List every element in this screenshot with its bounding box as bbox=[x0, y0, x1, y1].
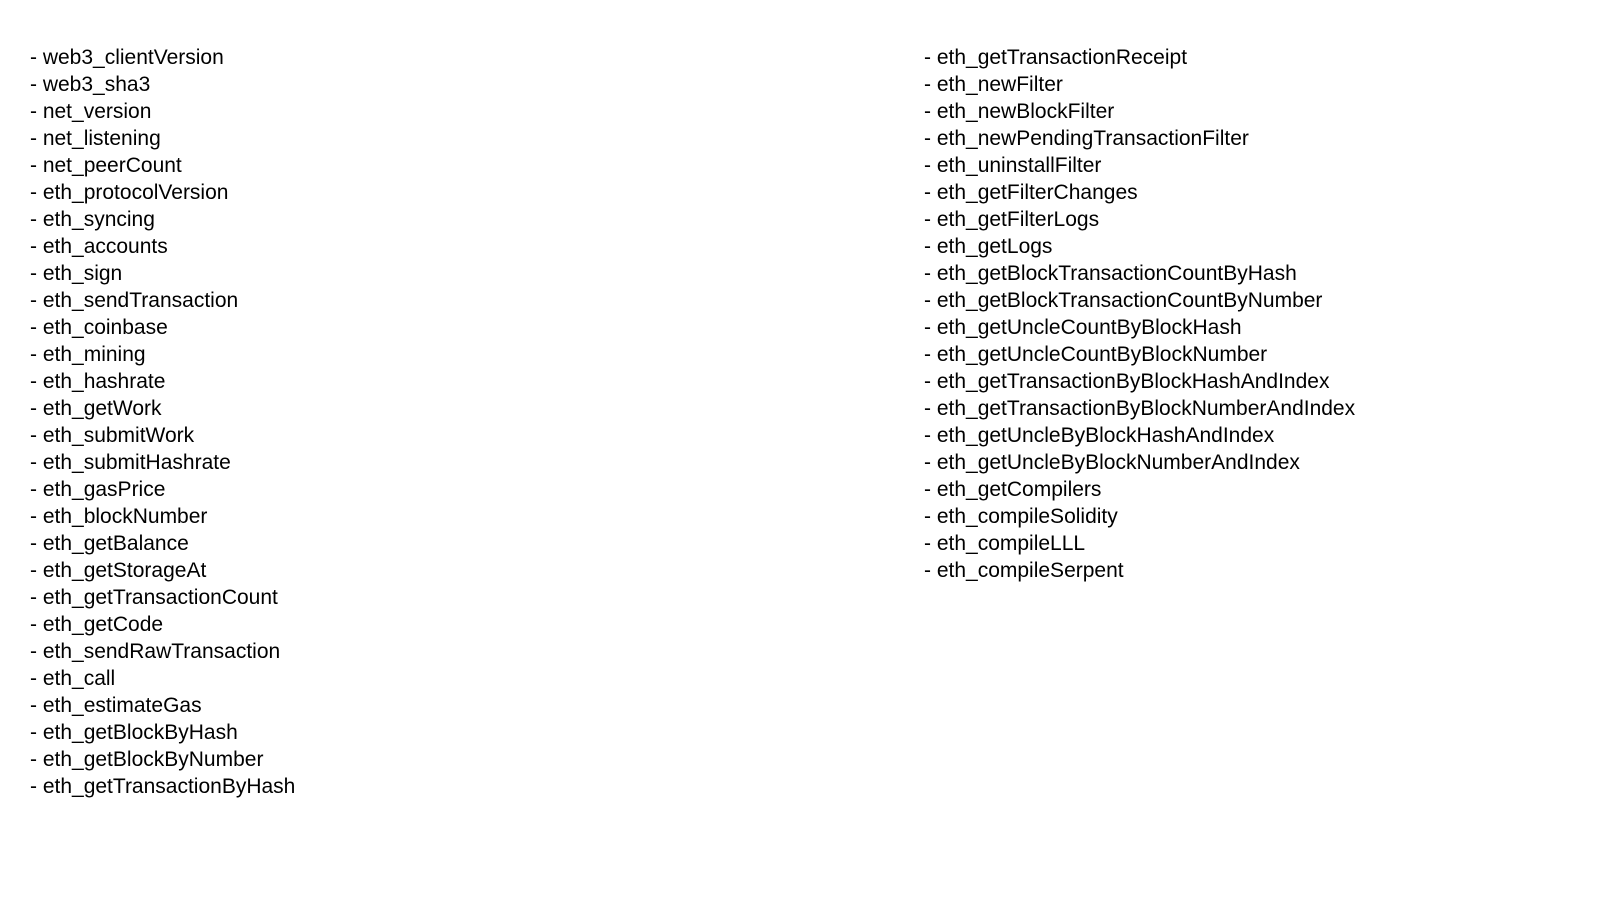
list-item: eth_uninstallFilter bbox=[924, 152, 1570, 179]
list-item: eth_coinbase bbox=[30, 314, 800, 341]
list-item: eth_getTransactionByBlockHashAndIndex bbox=[924, 368, 1570, 395]
list-item: eth_getCompilers bbox=[924, 476, 1570, 503]
list-item: eth_getBlockTransactionCountByHash bbox=[924, 260, 1570, 287]
list-item: eth_getTransactionByBlockNumberAndIndex bbox=[924, 395, 1570, 422]
list-item: net_listening bbox=[30, 125, 800, 152]
list-item: eth_getFilterChanges bbox=[924, 179, 1570, 206]
list-item: net_version bbox=[30, 98, 800, 125]
list-item: eth_getUncleByBlockNumberAndIndex bbox=[924, 449, 1570, 476]
list-item: eth_getUncleByBlockHashAndIndex bbox=[924, 422, 1570, 449]
list-item: eth_getBlockByNumber bbox=[30, 746, 800, 773]
right-column: eth_getTransactionReceipteth_newFilteret… bbox=[800, 44, 1570, 800]
left-column: web3_clientVersionweb3_sha3net_versionne… bbox=[30, 44, 800, 800]
list-item: eth_hashrate bbox=[30, 368, 800, 395]
list-item: eth_compileSerpent bbox=[924, 557, 1570, 584]
list-item: eth_compileSolidity bbox=[924, 503, 1570, 530]
list-item: eth_getCode bbox=[30, 611, 800, 638]
left-list: web3_clientVersionweb3_sha3net_versionne… bbox=[30, 44, 800, 800]
list-item: eth_getBlockTransactionCountByNumber bbox=[924, 287, 1570, 314]
list-item: eth_sendRawTransaction bbox=[30, 638, 800, 665]
list-item: eth_submitWork bbox=[30, 422, 800, 449]
list-item: eth_submitHashrate bbox=[30, 449, 800, 476]
list-item: eth_getBlockByHash bbox=[30, 719, 800, 746]
list-item: eth_getUncleCountByBlockHash bbox=[924, 314, 1570, 341]
list-item: eth_getFilterLogs bbox=[924, 206, 1570, 233]
list-item: eth_getUncleCountByBlockNumber bbox=[924, 341, 1570, 368]
list-item: eth_newBlockFilter bbox=[924, 98, 1570, 125]
list-item: eth_sendTransaction bbox=[30, 287, 800, 314]
list-item: web3_clientVersion bbox=[30, 44, 800, 71]
list-item: net_peerCount bbox=[30, 152, 800, 179]
list-item: eth_syncing bbox=[30, 206, 800, 233]
list-item: eth_accounts bbox=[30, 233, 800, 260]
list-item: eth_getLogs bbox=[924, 233, 1570, 260]
list-item: eth_newPendingTransactionFilter bbox=[924, 125, 1570, 152]
columns-container: web3_clientVersionweb3_sha3net_versionne… bbox=[30, 44, 1570, 800]
right-list: eth_getTransactionReceipteth_newFilteret… bbox=[800, 44, 1570, 584]
list-item: eth_getStorageAt bbox=[30, 557, 800, 584]
list-item: eth_getTransactionReceipt bbox=[924, 44, 1570, 71]
list-item: eth_blockNumber bbox=[30, 503, 800, 530]
list-item: eth_protocolVersion bbox=[30, 179, 800, 206]
list-item: eth_mining bbox=[30, 341, 800, 368]
list-item: eth_getBalance bbox=[30, 530, 800, 557]
list-item: web3_sha3 bbox=[30, 71, 800, 98]
list-item: eth_getTransactionByHash bbox=[30, 773, 800, 800]
list-item: eth_call bbox=[30, 665, 800, 692]
list-item: eth_getTransactionCount bbox=[30, 584, 800, 611]
list-item: eth_newFilter bbox=[924, 71, 1570, 98]
list-item: eth_gasPrice bbox=[30, 476, 800, 503]
list-item: eth_compileLLL bbox=[924, 530, 1570, 557]
list-item: eth_getWork bbox=[30, 395, 800, 422]
list-item: eth_estimateGas bbox=[30, 692, 800, 719]
list-item: eth_sign bbox=[30, 260, 800, 287]
